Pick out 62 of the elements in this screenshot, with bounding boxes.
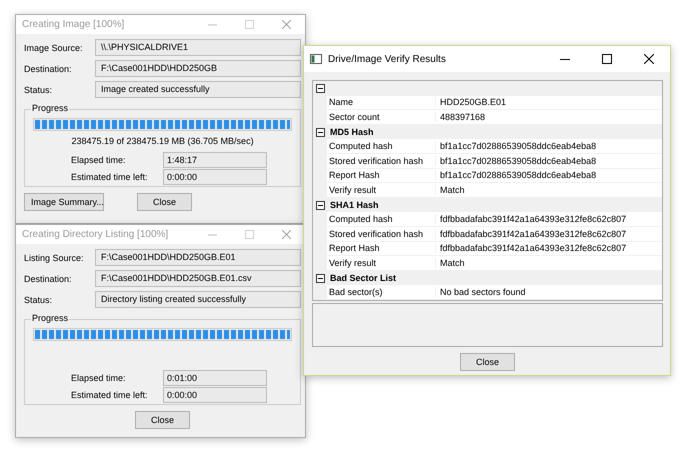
property-value: 488397168: [439, 112, 486, 122]
maximize-icon[interactable]: [602, 54, 612, 64]
property-name: Stored verification hash: [327, 156, 436, 166]
collapse-icon[interactable]: [316, 200, 325, 210]
property-name: Stored verification hash: [327, 228, 436, 239]
field-label: Status:: [24, 84, 54, 94]
readonly-field[interactable]: F:\Case001HDD\HDD250GB.E01: [95, 249, 301, 266]
property-value: bf1a1cc7d02886539058ddc6eab4eba8: [439, 141, 596, 152]
group-label: Progress: [31, 313, 70, 323]
window-icon: [310, 54, 322, 64]
group-label: Progress: [31, 103, 70, 113]
dialog-button[interactable]: Close: [137, 193, 192, 211]
property-value: Match: [439, 184, 465, 195]
property-value: HDD250GB.E01: [439, 97, 506, 108]
readonly-field[interactable]: Image created successfully: [95, 81, 301, 98]
property-value: bf1a1cc7d02886539058ddc6eab4eba8: [439, 170, 596, 180]
window-title: Drive/Image Verify Results: [328, 54, 447, 64]
section-title: SHA1 Hash: [330, 200, 379, 210]
field-label: Destination:: [24, 274, 73, 284]
collapse-icon[interactable]: [316, 128, 325, 137]
time-label: Estimated time left:: [71, 172, 149, 182]
property-name: Report Hash: [327, 170, 436, 180]
field-label: Status:: [24, 294, 54, 304]
property-name: Verify result: [327, 258, 436, 268]
property-value: fdfbbadafabc391f42a1a64393e312fe8c62c807: [439, 243, 626, 254]
dialog-button[interactable]: Image Summary...: [24, 193, 104, 211]
close-button[interactable]: Close: [460, 352, 515, 371]
dialog-button[interactable]: Close: [135, 411, 190, 429]
readonly-field[interactable]: F:\Case001HDD\HDD250GB: [95, 60, 301, 77]
collapse-icon[interactable]: [316, 84, 325, 93]
property-value: bf1a1cc7d02886539058ddc6eab4eba8: [439, 156, 596, 166]
time-field: 0:01:00: [163, 370, 267, 386]
section-title: MD5 Hash: [330, 127, 374, 138]
property-name: Computed hash: [327, 141, 436, 152]
property-name: Name: [327, 97, 436, 108]
time-field: 1:48:17: [163, 152, 267, 168]
property-value: fdfbbadafabc391f42a1a64393e312fe8c62c807: [439, 214, 626, 224]
readonly-field[interactable]: Directory listing created successfully: [95, 291, 301, 308]
readonly-field[interactable]: \\.\PHYSICALDRIVE1: [95, 39, 301, 56]
field-label: Destination:: [24, 64, 73, 74]
property-name: Bad sector(s): [327, 287, 436, 298]
property-value: No bad sectors found: [439, 287, 526, 298]
window-title: Creating Directory Listing [100%]: [22, 229, 170, 240]
property-name: Sector count: [327, 112, 436, 122]
time-label: Elapsed time:: [71, 373, 127, 384]
property-name: Report Hash: [327, 243, 436, 254]
time-label: Estimated time left:: [71, 390, 149, 400]
readonly-field[interactable]: F:\Case001HDD\HDD250GB.E01.csv: [95, 270, 301, 287]
time-field: 0:00:00: [163, 387, 267, 404]
property-name: Computed hash: [327, 214, 436, 224]
property-value: fdfbbadafabc391f42a1a64393e312fe8c62c807: [439, 228, 626, 239]
window-title: Creating Image [100%]: [22, 19, 126, 30]
transfer-summary: 238475.19 of 238475.19 MB (36.705 MB/sec): [71, 136, 254, 146]
field-label: Image Source:: [24, 42, 84, 52]
time-field: 0:00:00: [163, 169, 267, 186]
property-name: Verify result: [327, 184, 436, 195]
section-title: Bad Sector List: [330, 273, 396, 284]
collapse-icon[interactable]: [316, 274, 325, 283]
field-label: Listing Source:: [24, 252, 85, 262]
close-icon[interactable]: [644, 54, 654, 64]
time-label: Elapsed time:: [71, 155, 127, 166]
property-value: Match: [439, 258, 465, 268]
